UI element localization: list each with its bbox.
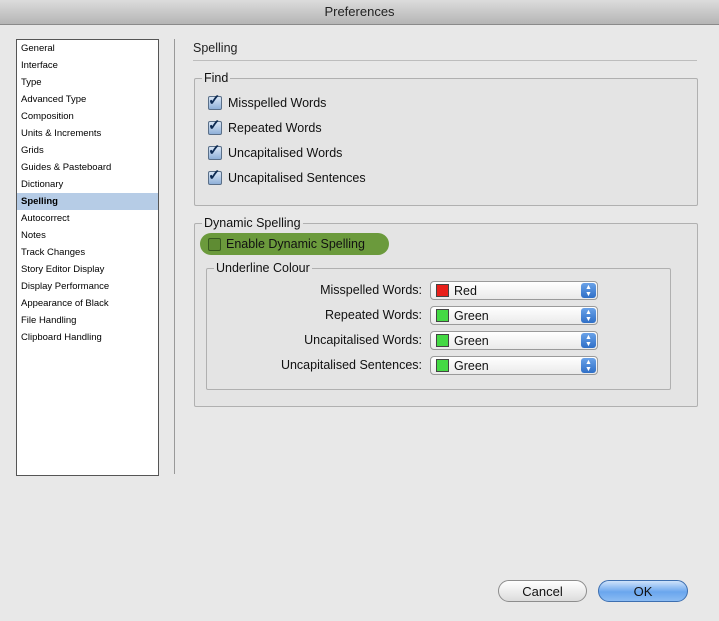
repeated-words-checkbox[interactable]: ✓ Repeated Words <box>208 117 322 138</box>
sidebar-item-spelling[interactable]: Spelling <box>17 193 158 210</box>
sidebar-item-notes[interactable]: Notes <box>17 227 158 244</box>
checkbox-label: Enable Dynamic Spelling <box>226 237 365 251</box>
chevron-up-down-icon: ▲ ▼ <box>581 283 596 298</box>
title-divider <box>193 60 697 61</box>
sidebar-item-appearance-of-black[interactable]: Appearance of Black <box>17 295 158 312</box>
sidebar-item-units-increments[interactable]: Units & Increments <box>17 125 158 142</box>
green-swatch-icon <box>436 359 449 372</box>
window-title: Preferences <box>0 0 719 25</box>
uncapitalised-words-checkbox[interactable]: ✓ Uncapitalised Words <box>208 142 343 163</box>
find-legend: Find <box>204 71 229 85</box>
sidebar-item-dictionary[interactable]: Dictionary <box>17 176 158 193</box>
cancel-button[interactable]: Cancel <box>498 580 587 602</box>
sidebar-item-composition[interactable]: Composition <box>17 108 158 125</box>
misspelled-words-checkbox[interactable]: ✓ Misspelled Words <box>208 92 327 113</box>
sidebar-item-story-editor-display[interactable]: Story Editor Display <box>17 261 158 278</box>
sidebar-item-grids[interactable]: Grids <box>17 142 158 159</box>
uncapitalised-sentences-colour-label: Uncapitalised Sentences: <box>280 358 422 372</box>
preferences-window: General Interface Type Advanced Type Com… <box>0 25 719 621</box>
sidebar-scrollbar[interactable] <box>159 39 175 474</box>
dynamic-spelling-legend: Dynamic Spelling <box>204 216 301 230</box>
repeated-words-colour-label: Repeated Words: <box>324 308 422 322</box>
sidebar-item-autocorrect[interactable]: Autocorrect <box>17 210 158 227</box>
select-value: Green <box>454 358 489 373</box>
misspelled-words-colour-select[interactable]: Red ▲ ▼ <box>430 281 598 300</box>
uncapitalised-words-colour-label: Uncapitalised Words: <box>304 333 422 347</box>
enable-dynamic-spelling-checkbox[interactable]: Enable Dynamic Spelling <box>200 233 389 255</box>
red-swatch-icon <box>436 284 449 297</box>
sidebar-item-file-handling[interactable]: File Handling <box>17 312 158 329</box>
sidebar-item-interface[interactable]: Interface <box>17 57 158 74</box>
sidebar-item-display-performance[interactable]: Display Performance <box>17 278 158 295</box>
chevron-up-down-icon: ▲ ▼ <box>581 333 596 348</box>
uncapitalised-sentences-checkbox[interactable]: ✓ Uncapitalised Sentences <box>208 167 366 188</box>
chevron-up-down-icon: ▲ ▼ <box>581 308 596 323</box>
sidebar-item-general[interactable]: General <box>17 40 158 57</box>
sidebar-item-clipboard-handling[interactable]: Clipboard Handling <box>17 329 158 346</box>
sidebar-item-track-changes[interactable]: Track Changes <box>17 244 158 261</box>
sidebar-item-advanced-type[interactable]: Advanced Type <box>17 91 158 108</box>
misspelled-words-colour-label: Misspelled Words: <box>320 283 422 297</box>
chevron-up-down-icon: ▲ ▼ <box>581 358 596 373</box>
checkbox-checked-icon: ✓ <box>208 167 222 185</box>
select-value: Red <box>454 283 477 298</box>
uncapitalised-words-colour-select[interactable]: Green ▲ ▼ <box>430 331 598 350</box>
repeated-words-colour-select[interactable]: Green ▲ ▼ <box>430 306 598 325</box>
green-swatch-icon <box>436 334 449 347</box>
checkbox-unchecked-icon <box>208 237 221 251</box>
uncapitalised-sentences-colour-select[interactable]: Green ▲ ▼ <box>430 356 598 375</box>
sidebar-item-guides-pasteboard[interactable]: Guides & Pasteboard <box>17 159 158 176</box>
underline-colour-legend: Underline Colour <box>216 261 310 275</box>
checkbox-label: Uncapitalised Sentences <box>228 171 366 185</box>
checkbox-label: Repeated Words <box>228 121 322 135</box>
checkbox-checked-icon: ✓ <box>208 142 222 160</box>
sidebar-item-type[interactable]: Type <box>17 74 158 91</box>
sidebar: General Interface Type Advanced Type Com… <box>16 39 159 476</box>
checkbox-label: Uncapitalised Words <box>228 146 343 160</box>
checkbox-label: Misspelled Words <box>228 96 327 110</box>
checkbox-checked-icon: ✓ <box>208 117 222 135</box>
page-title: Spelling <box>193 41 238 55</box>
green-swatch-icon <box>436 309 449 322</box>
ok-button[interactable]: OK <box>598 580 688 602</box>
select-value: Green <box>454 308 489 323</box>
select-value: Green <box>454 333 489 348</box>
checkbox-checked-icon: ✓ <box>208 92 222 110</box>
